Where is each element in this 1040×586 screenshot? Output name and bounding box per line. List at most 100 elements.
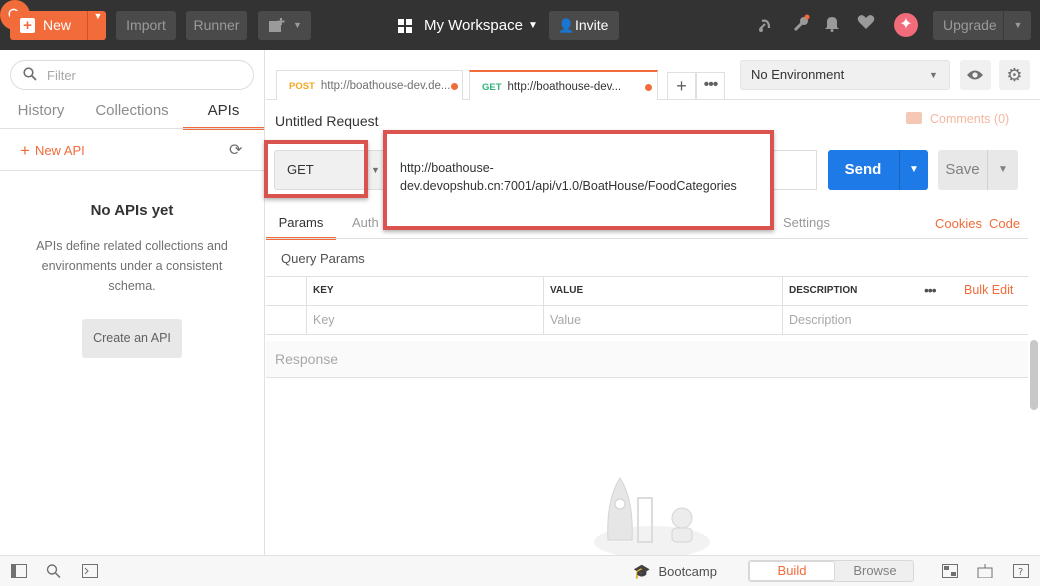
- build-browse-toggle: Build Browse: [748, 560, 914, 582]
- bootcamp-button[interactable]: 🎓 Bootcamp: [633, 563, 717, 580]
- top-toolbar: + New ▼ Import Runner ▼ My Workspace ▼ 👤…: [0, 0, 1040, 50]
- keyboard-shortcuts-icon[interactable]: [977, 564, 993, 578]
- method-highlight-box: [264, 140, 368, 198]
- send-label: Send: [844, 161, 882, 178]
- tab-url: http://boathouse-dev...: [507, 81, 622, 93]
- upgrade-divider: [1003, 11, 1004, 40]
- invite-button[interactable]: 👤 Invite: [549, 11, 619, 40]
- avatar[interactable]: ✦: [894, 13, 918, 37]
- request-tab-bar: POST http://boathouse-dev.de... GET http:/…: [266, 50, 731, 100]
- add-user-icon: 👤: [558, 18, 575, 33]
- tab-apis[interactable]: APIs: [183, 100, 264, 130]
- environment-quick-look-button[interactable]: [960, 60, 991, 90]
- satellite-icon[interactable]: [756, 15, 776, 39]
- tab-method: GET: [482, 82, 502, 93]
- plus-icon: +: [20, 141, 30, 160]
- request-tab-active[interactable]: GET http://boathouse-dev...: [469, 70, 658, 100]
- more-tabs-button[interactable]: •••: [696, 72, 725, 100]
- table-row: Key Value Description: [266, 306, 1028, 335]
- new-api-label: New API: [34, 143, 85, 158]
- tab-url: http://boathouse-dev.de...: [320, 80, 451, 92]
- empty-state-description: APIs define related collections and envi…: [36, 239, 228, 293]
- save-button[interactable]: Save ▼: [938, 150, 1018, 190]
- divider: [0, 128, 264, 129]
- new-api-button[interactable]: + New API: [20, 141, 85, 161]
- cookies-link[interactable]: Cookies: [935, 216, 982, 231]
- wrench-icon[interactable]: [792, 14, 812, 38]
- column-header-value: VALUE: [543, 277, 782, 306]
- bulk-edit-link[interactable]: Bulk Edit: [964, 283, 1013, 297]
- add-tab-button[interactable]: +: [667, 72, 696, 100]
- description-input[interactable]: Description: [782, 306, 1028, 335]
- send-button[interactable]: Send ▼: [828, 150, 928, 190]
- workspace-label: My Workspace: [424, 17, 523, 34]
- url-text[interactable]: http://boathouse- dev.devopshub.cn:7001/…: [400, 159, 760, 195]
- refresh-icon[interactable]: ⟳: [229, 140, 242, 160]
- request-tab[interactable]: POST http://boathouse-dev.de...: [276, 70, 463, 100]
- environment-label: No Environment: [751, 67, 845, 82]
- console-icon[interactable]: [82, 564, 98, 578]
- two-pane-icon[interactable]: [942, 564, 958, 578]
- help-icon[interactable]: ?: [1013, 564, 1029, 578]
- empty-state-title: No APIs yet: [90, 202, 174, 219]
- table-header-row: KEY VALUE DESCRIPTION: [266, 277, 1028, 306]
- tab-collections[interactable]: Collections: [94, 100, 170, 130]
- graduation-cap-icon: 🎓: [633, 563, 651, 579]
- divider: [0, 170, 264, 171]
- params-table: KEY VALUE DESCRIPTION Key Value Descript…: [266, 276, 1028, 335]
- value-input[interactable]: Value: [543, 306, 782, 335]
- upgrade-button[interactable]: Upgrade ▼: [933, 11, 1031, 40]
- invite-label: Invite: [575, 17, 609, 33]
- scrollbar[interactable]: [1030, 340, 1038, 410]
- main-panel: POST http://boathouse-dev.de... GET http:/…: [264, 50, 1040, 556]
- comments-button[interactable]: Comments (0): [906, 112, 1009, 126]
- environment-area: No Environment ▼ ⚙: [731, 50, 1040, 100]
- response-label: Response: [275, 351, 339, 367]
- new-button-main[interactable]: + New: [10, 11, 86, 40]
- rocket-illustration: [594, 477, 710, 556]
- bootcamp-label: Bootcamp: [658, 564, 717, 579]
- import-button[interactable]: Import: [116, 11, 176, 40]
- tab-method: POST: [289, 81, 315, 92]
- new-button-divider: [87, 11, 88, 40]
- new-button[interactable]: + New ▼: [10, 11, 106, 40]
- filter-input[interactable]: [47, 66, 237, 84]
- chevron-down-icon: ▼: [293, 20, 302, 30]
- chevron-down-icon: ▼: [528, 20, 538, 31]
- chevron-down-icon[interactable]: ▼: [1007, 11, 1029, 40]
- build-tab[interactable]: Build: [749, 561, 835, 581]
- response-header: Response: [266, 341, 1028, 378]
- chevron-down-icon[interactable]: ▼: [90, 11, 106, 40]
- search-icon[interactable]: [46, 564, 62, 578]
- unsaved-dot-icon: [451, 83, 458, 90]
- chevron-down-icon: ▼: [929, 70, 938, 80]
- bell-icon[interactable]: [822, 14, 842, 38]
- heart-icon[interactable]: [856, 14, 876, 36]
- key-input[interactable]: Key: [306, 306, 543, 335]
- tab-settings[interactable]: Settings: [783, 215, 830, 230]
- sidebar-toggle-icon[interactable]: [11, 564, 27, 578]
- tab-authorization[interactable]: Auth: [352, 215, 379, 230]
- gear-icon[interactable]: ⚙: [999, 60, 1030, 90]
- browse-tab[interactable]: Browse: [835, 561, 915, 581]
- runner-button[interactable]: Runner: [186, 11, 247, 40]
- divider: [266, 238, 1028, 239]
- save-label: Save: [945, 161, 980, 178]
- filter-box[interactable]: [10, 60, 254, 90]
- plus-icon: +: [20, 18, 35, 33]
- environment-select[interactable]: No Environment ▼: [740, 60, 950, 90]
- chevron-down-icon[interactable]: ▼: [988, 150, 1018, 190]
- grid-icon: [398, 19, 413, 34]
- chevron-down-icon[interactable]: ▼: [900, 150, 928, 190]
- more-options-icon[interactable]: •••: [924, 282, 937, 298]
- request-title[interactable]: Untitled Request: [275, 113, 379, 129]
- upgrade-label: Upgrade: [943, 17, 997, 33]
- new-window-button[interactable]: ▼: [258, 11, 311, 40]
- status-bar: 🎓 Bootcamp Build Browse ?: [0, 555, 1040, 586]
- create-api-button[interactable]: Create an API: [82, 319, 182, 358]
- tab-params[interactable]: Params: [266, 215, 336, 240]
- tab-history[interactable]: History: [16, 100, 66, 130]
- code-link[interactable]: Code: [989, 216, 1020, 231]
- unsaved-dot-icon: [645, 84, 652, 91]
- column-header-key: KEY: [306, 277, 543, 306]
